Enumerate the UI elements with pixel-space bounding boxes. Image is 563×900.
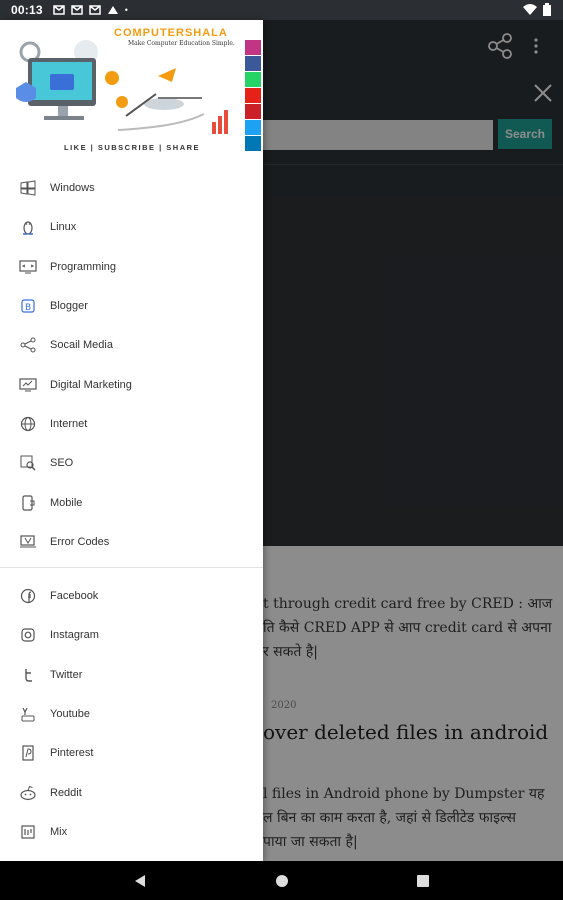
facebook-icon — [18, 586, 38, 606]
mobile-icon — [18, 493, 38, 513]
menu-item-linux[interactable]: Linux — [0, 207, 263, 246]
pinterest-icon[interactable] — [245, 104, 261, 119]
menu-item-blogger[interactable]: B Blogger — [0, 286, 263, 325]
menu-item-label: Internet — [50, 417, 88, 430]
menu-item-seo[interactable]: SEO — [0, 443, 263, 482]
menu-item-instagram[interactable]: Instagram — [0, 615, 263, 654]
menu-item-label: Windows — [50, 181, 95, 194]
drawer-header-banner: COMPUTERSHALA Make Computer Education Si… — [0, 20, 263, 165]
system-navigation-bar — [0, 861, 563, 900]
brand-tagline: Make Computer Education Simple. — [128, 40, 235, 47]
monitor-icon — [18, 375, 38, 395]
status-time: 00:13 — [11, 3, 43, 17]
linkedin-icon[interactable] — [245, 136, 261, 151]
brand-name: COMPUTERSHALA — [114, 27, 228, 39]
menu-item-label: Reddit — [50, 786, 82, 799]
drawer-divider — [0, 567, 263, 568]
windows-icon — [18, 178, 38, 198]
menu-item-label: Instagram — [50, 628, 99, 641]
menu-item-label: Mobile — [50, 496, 83, 509]
status-bar: 00:13 • — [0, 0, 563, 20]
social-strip — [245, 40, 261, 151]
menu-item-mobile[interactable]: Mobile — [0, 483, 263, 522]
menu-item-label: Blogger — [50, 299, 88, 312]
gmail-icon — [88, 5, 101, 15]
menu-item-label: Pinterest — [50, 746, 94, 759]
reddit-icon — [18, 783, 38, 803]
battery-icon — [543, 3, 551, 16]
menu-item-twitter[interactable]: Twitter — [0, 655, 263, 694]
banner-footer: LIKE | SUBSCRIBE | SHARE — [64, 143, 201, 152]
twitter-icon — [18, 665, 38, 685]
share-icon — [18, 335, 38, 355]
youtube-icon — [18, 704, 38, 724]
menu-item-youtube[interactable]: Youtube — [0, 694, 263, 733]
twitter-icon[interactable] — [245, 120, 261, 135]
blogger-icon: B — [18, 296, 38, 316]
menu-item-internet[interactable]: Internet — [0, 404, 263, 443]
whatsapp-icon[interactable] — [245, 72, 261, 87]
menu-item-label: Error Codes — [50, 535, 110, 548]
menu-item-digital-marketing[interactable]: Digital Marketing — [0, 365, 263, 404]
menu-item-label: Youtube — [50, 707, 90, 720]
menu-item-label: Programming — [50, 260, 117, 273]
back-icon[interactable] — [133, 874, 147, 888]
navigation-drawer: COMPUTERSHALA Make Computer Education Si… — [0, 20, 263, 861]
menu-item-label: Linux — [50, 220, 77, 233]
pinterest-icon — [18, 743, 38, 763]
menu-item-pinterest[interactable]: Pinterest — [0, 733, 263, 772]
seo-icon — [18, 453, 38, 473]
menu-item-label: Socail Media — [50, 338, 113, 351]
menu-item-reddit[interactable]: Reddit — [0, 773, 263, 812]
menu-item-social-media[interactable]: Socail Media — [0, 325, 263, 364]
menu-item-windows[interactable]: Windows — [0, 168, 263, 207]
recents-icon[interactable] — [416, 874, 430, 888]
gmail-icon — [52, 5, 65, 15]
youtube-icon[interactable] — [245, 88, 261, 103]
wifi-icon — [523, 3, 537, 15]
notification-icons: • — [52, 5, 128, 15]
facebook-icon[interactable] — [245, 56, 261, 71]
menu-item-programming[interactable]: Programming — [0, 247, 263, 286]
more-notifications-dot: • — [124, 5, 128, 15]
home-icon[interactable] — [275, 874, 289, 888]
menu-item-label: Digital Marketing — [50, 378, 132, 391]
status-right — [523, 3, 551, 16]
gmail-icon — [70, 5, 83, 15]
programming-icon — [18, 257, 38, 277]
menu-item-label: Twitter — [50, 668, 83, 681]
mix-icon — [18, 822, 38, 842]
instagram-icon[interactable] — [245, 40, 261, 55]
menu-item-facebook[interactable]: Facebook — [0, 576, 263, 615]
menu-item-label: Mix — [50, 825, 68, 838]
svg-text:B: B — [25, 303, 31, 313]
instagram-icon — [18, 625, 38, 645]
menu-item-mix[interactable]: Mix — [0, 812, 263, 851]
menu-item-label: Facebook — [50, 589, 99, 602]
menu-item-label: SEO — [50, 456, 74, 469]
drive-icon — [107, 6, 118, 14]
menu-item-error-codes[interactable]: Error Codes — [0, 522, 263, 561]
error-icon — [18, 532, 38, 552]
globe-icon — [18, 414, 38, 434]
linux-icon — [18, 217, 38, 237]
drawer-scrim[interactable] — [263, 20, 563, 861]
